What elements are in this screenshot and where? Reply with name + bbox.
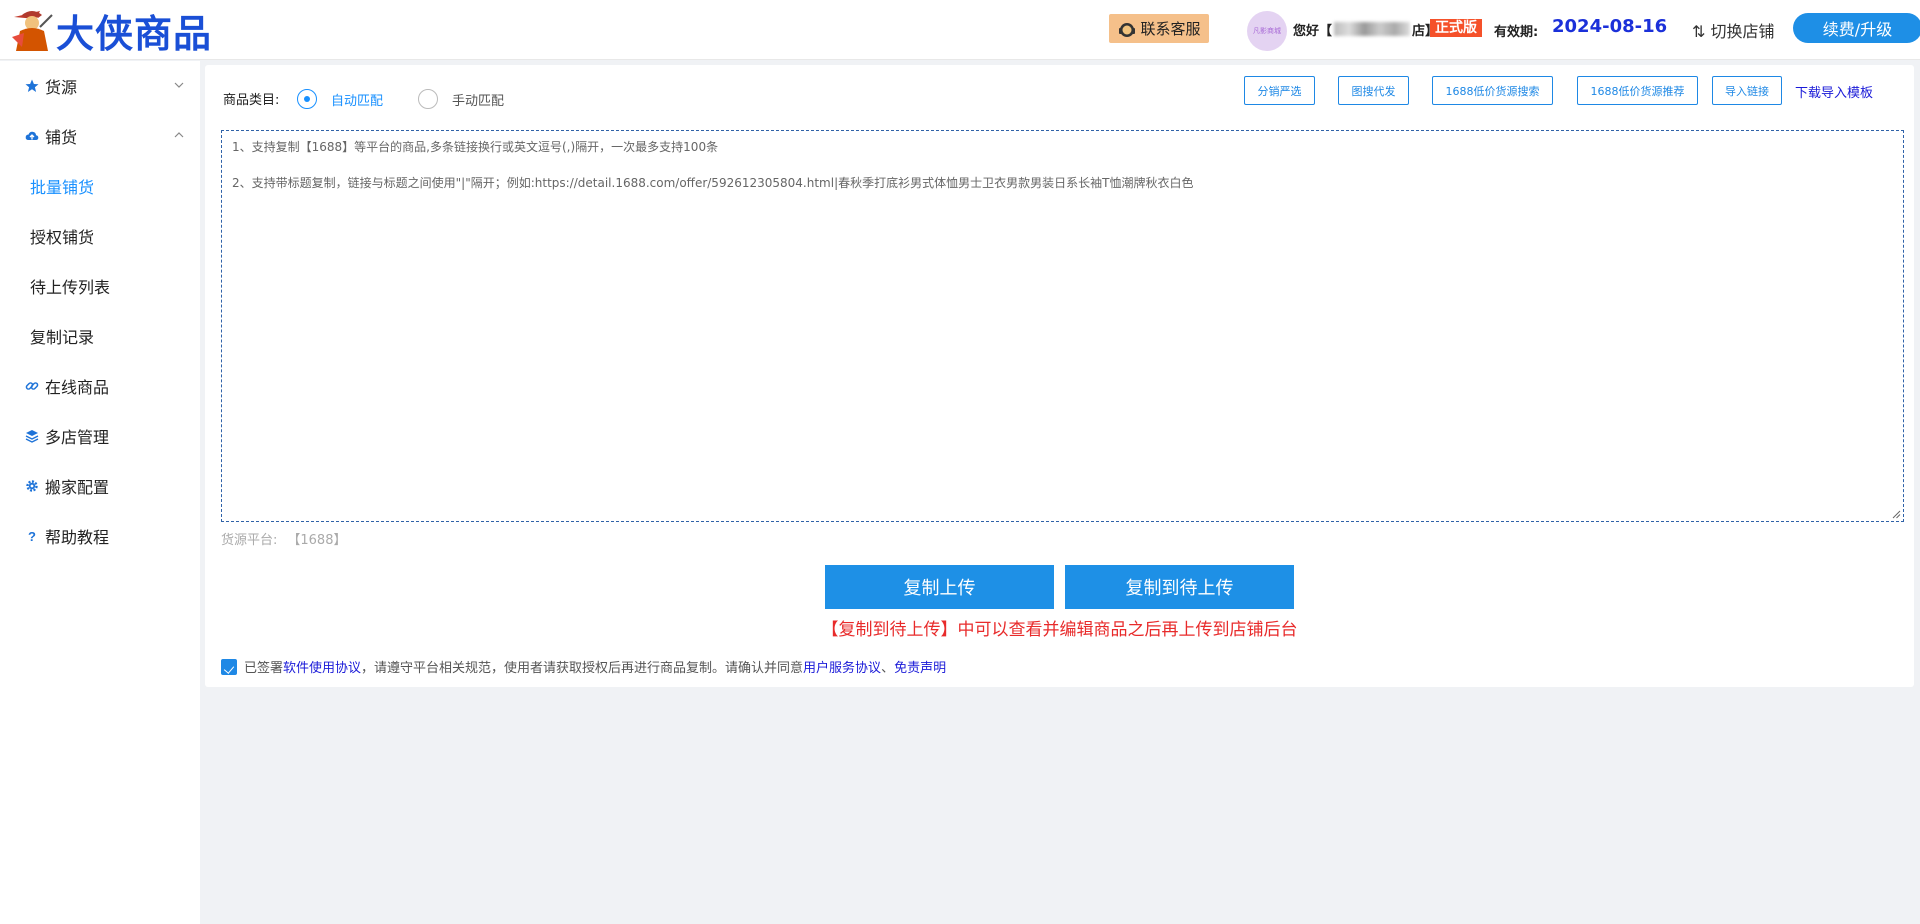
- agreement-text-2: ，请遵守平台相关规范，使用者请获取授权后再进行商品复制。请确认并同意: [361, 661, 804, 676]
- radio-label: 自动匹配: [331, 93, 384, 109]
- software-agreement-link[interactable]: 软件使用协议: [283, 657, 361, 676]
- batch-distribute-panel: 商品类目: 自动匹配 手动匹配 分销严选 图搜代发 1688低价货源搜索 168…: [205, 65, 1914, 687]
- greeting-prefix: 您好【: [1293, 23, 1333, 39]
- agreement-separator: 、: [881, 661, 895, 676]
- copy-to-pending-button[interactable]: 复制到待上传: [1065, 565, 1294, 609]
- sidebar-item-label: 铺货: [45, 128, 78, 147]
- sidebar-item-label: 帮助教程: [45, 528, 110, 547]
- sidebar-item-online-products[interactable]: 在线商品: [0, 361, 200, 411]
- star-icon: [25, 79, 39, 92]
- avatar-text: 凡影商城: [1253, 27, 1281, 35]
- source-platform: 货源平台: 【1688】: [221, 529, 346, 548]
- upgrade-label: 续费/升级: [1822, 20, 1893, 39]
- valid-date: 2024-08-16: [1552, 16, 1668, 37]
- radio-dot: [297, 89, 317, 109]
- layers-icon: [25, 430, 39, 443]
- resize-handle-icon[interactable]: [1891, 509, 1901, 519]
- import-links-button[interactable]: 导入链接: [1712, 76, 1782, 105]
- placeholder-line-1: 1、支持复制【1688】等平台的商品,多条链接换行或英文逗号(,)隔开，一次最多…: [232, 140, 719, 154]
- sidebar-subitem-auth-distribute[interactable]: 授权铺货: [0, 211, 200, 261]
- sidebar-item-help[interactable]: ? 帮助教程: [0, 511, 200, 561]
- links-textarea[interactable]: 1、支持复制【1688】等平台的商品,多条链接换行或英文逗号(,)隔开，一次最多…: [221, 130, 1904, 522]
- category-label: 商品类目:: [223, 93, 280, 108]
- source-value: 【1688】: [287, 533, 347, 548]
- brand-name: 大侠商品: [56, 10, 213, 56]
- customer-service-label: 联系客服: [1140, 20, 1201, 38]
- cloud-upload-icon: [25, 131, 39, 140]
- avatar[interactable]: 凡影商城: [1247, 11, 1287, 51]
- distribution-select-button[interactable]: 分销严选: [1244, 76, 1315, 105]
- placeholder-line-2: 2、支持带标题复制，链接与标题之间使用"|"隔开；例如:https://deta…: [232, 176, 1194, 190]
- sidebar-subitem-batch-distribute[interactable]: 批量铺货: [0, 161, 200, 211]
- sidebar-item-distribution[interactable]: 铺货: [0, 111, 200, 161]
- headset-icon: [1119, 22, 1136, 37]
- agreement-checkbox[interactable]: [221, 658, 237, 675]
- sidebar-item-label: 搬家配置: [45, 478, 110, 497]
- redacted-shop-name: [1334, 22, 1411, 36]
- sidebar-item-multi-store[interactable]: 多店管理: [0, 411, 200, 461]
- copy-upload-label: 复制上传: [903, 578, 976, 599]
- copy-upload-button[interactable]: 复制上传: [825, 565, 1054, 609]
- sidebar-item-migration-config[interactable]: 搬家配置: [0, 461, 200, 511]
- source-label: 货源平台:: [221, 533, 278, 548]
- chevron-down-icon: [174, 82, 184, 88]
- swordsman-mascot-icon: [12, 11, 53, 51]
- question-icon: ?: [28, 529, 36, 543]
- sidebar: 货源 铺货 批量铺货 授权铺货 待上传列表 复制记录 在线商品 多店管理 搬家配…: [0, 61, 200, 924]
- sidebar-item-label: 在线商品: [45, 378, 110, 397]
- upgrade-button[interactable]: 续费/升级: [1793, 13, 1920, 43]
- logo[interactable]: 大侠商品: [10, 6, 212, 56]
- low-price-recommend-button[interactable]: 1688低价货源推荐: [1577, 76, 1698, 105]
- radio-manual-match[interactable]: 手动匹配: [418, 89, 504, 109]
- switch-shop-button[interactable]: ⇅ 切换店铺: [1692, 18, 1775, 42]
- svg-text:?: ?: [28, 529, 36, 543]
- top-header: 大侠商品 联系客服 凡影商城 您好【 店】 正式版 有效期: 2024-08-1…: [0, 0, 1920, 60]
- radio-dot: [418, 89, 438, 109]
- sidebar-item-source[interactable]: 货源: [0, 61, 200, 111]
- valid-label: 有效期:: [1494, 25, 1539, 40]
- copy-to-pending-label: 复制到待上传: [1125, 578, 1234, 599]
- low-price-search-button[interactable]: 1688低价货源搜索: [1432, 76, 1553, 105]
- image-search-dropship-button[interactable]: 图搜代发: [1338, 76, 1409, 105]
- customer-service-button[interactable]: 联系客服: [1109, 14, 1209, 43]
- sidebar-item-label: 多店管理: [45, 428, 110, 447]
- sidebar-subitem-pending-upload[interactable]: 待上传列表: [0, 261, 200, 311]
- agreement-text-1: 已签署: [244, 661, 284, 676]
- download-template-link[interactable]: 下载导入模板: [1795, 82, 1873, 101]
- radio-label: 手动匹配: [452, 93, 505, 109]
- disclaimer-link[interactable]: 免责声明: [894, 657, 946, 676]
- gear-icon: [26, 480, 38, 492]
- user-greeting: 您好【 店】: [1293, 19, 1438, 39]
- agreement-row: 已签署 软件使用协议 ，请遵守平台相关规范，使用者请获取授权后再进行商品复制。请…: [221, 657, 946, 676]
- link-icon: [25, 382, 39, 390]
- chevron-up-icon: [174, 132, 184, 138]
- sidebar-item-label: 货源: [45, 78, 78, 97]
- user-service-agreement-link[interactable]: 用户服务协议: [803, 657, 881, 676]
- edition-badge: 正式版: [1430, 19, 1482, 37]
- pending-hint: 【复制到待上传】中可以查看并编辑商品之后再上传到店铺后台: [821, 620, 1298, 640]
- radio-auto-match[interactable]: 自动匹配: [297, 89, 383, 109]
- sidebar-subitem-copy-records[interactable]: 复制记录: [0, 311, 200, 361]
